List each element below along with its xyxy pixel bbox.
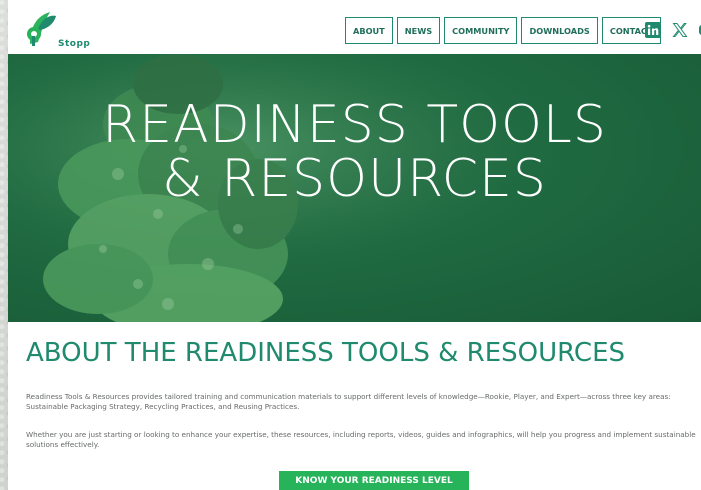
main-nav: ABOUT NEWS COMMUNITY DOWNLOADS CONTACT: [345, 17, 661, 44]
hero-title-line1: READINESS TOOLS: [102, 95, 607, 155]
web-page: Stopp ABOUT NEWS COMMUNITY DOWNLOADS CON…: [8, 0, 701, 490]
stopp-logo[interactable]: Stopp: [26, 8, 90, 49]
nav-news[interactable]: NEWS: [396, 17, 441, 44]
about-paragraph-2: Whether you are just starting or looking…: [26, 430, 696, 449]
hero-title: READINESS TOOLS & RESOURCES: [8, 98, 701, 206]
site-header: Stopp ABOUT NEWS COMMUNITY DOWNLOADS CON…: [8, 0, 701, 54]
social-links: [645, 22, 701, 38]
hero-banner: READINESS TOOLS & RESOURCES: [8, 54, 701, 322]
about-heading: ABOUT THE READINESS TOOLS & RESOURCES: [26, 338, 626, 368]
nav-downloads[interactable]: DOWNLOADS: [521, 17, 598, 44]
x-icon[interactable]: [672, 22, 688, 38]
about-paragraph-1: Readiness Tools & Resources provides tai…: [26, 392, 671, 411]
logo-text: Stopp: [58, 39, 91, 49]
nav-about[interactable]: ABOUT: [345, 17, 393, 44]
know-readiness-level-button[interactable]: KNOW YOUR READINESS LEVEL: [279, 471, 469, 490]
nav-community[interactable]: COMMUNITY: [444, 17, 518, 44]
linkedin-icon[interactable]: [645, 22, 661, 38]
hero-title-line2: & RESOURCES: [162, 149, 547, 209]
